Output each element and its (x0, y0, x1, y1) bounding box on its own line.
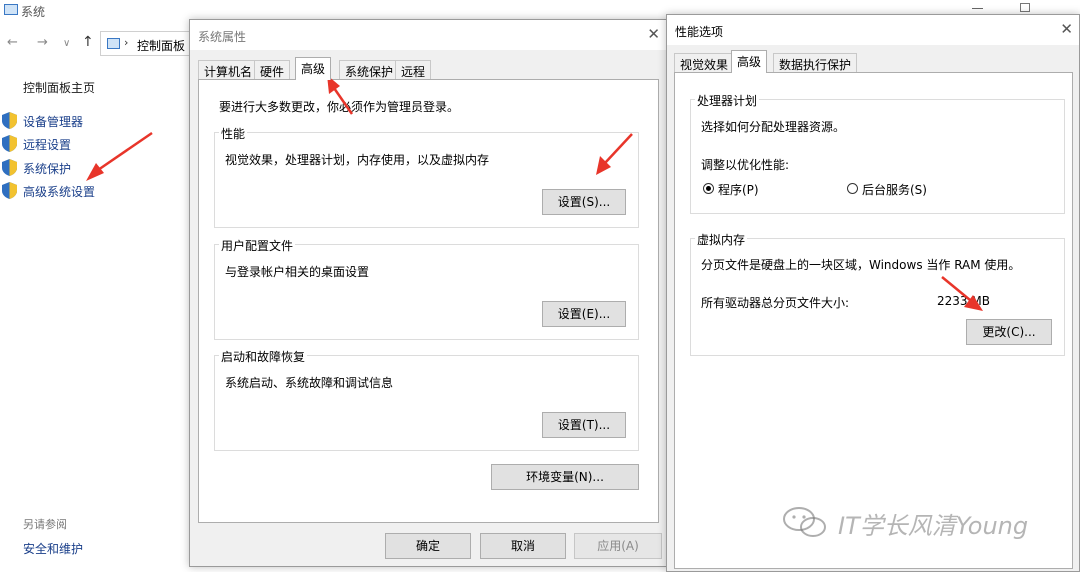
tab-visual-effects[interactable]: 视觉效果 (674, 53, 735, 72)
total-paging-label: 所有驱动器总分页文件大小: (701, 296, 850, 310)
user-profiles-settings-button[interactable]: 设置(E)... (542, 301, 626, 327)
group-title: 启动和故障恢复 (219, 348, 308, 365)
group-description: 选择如何分配处理器资源。 (701, 120, 846, 134)
side-link-label: 设备管理器 (23, 115, 84, 129)
shield-icon (2, 182, 17, 199)
group-title: 性能 (219, 125, 248, 142)
system-properties-dialog: 系统属性 ✕ 计算机名 硬件 高级 系统保护 远程 要进行大多数更改，你必须作为… (189, 19, 667, 567)
group-title: 虚拟内存 (695, 231, 748, 248)
tab-strip: 视觉效果 高级 数据执行保护 (667, 50, 1079, 73)
environment-variables-button[interactable]: 环境变量(N)... (491, 464, 639, 490)
tab-hardware[interactable]: 硬件 (254, 60, 291, 79)
performance-settings-button[interactable]: 设置(S)... (542, 189, 626, 215)
processor-scheduling-group: 处理器计划 选择如何分配处理器资源。 调整以优化性能: 程序(P) 后台服务(S… (690, 92, 1065, 214)
startup-recovery-settings-button[interactable]: 设置(T)... (542, 412, 626, 438)
virtual-memory-group: 虚拟内存 分页文件是硬盘上的一块区域，Windows 当作 RAM 使用。 所有… (690, 231, 1065, 356)
tab-remote[interactable]: 远程 (395, 60, 432, 79)
shield-icon (2, 135, 17, 152)
adjust-label: 调整以优化性能: (701, 158, 790, 172)
ok-button[interactable]: 确定 (385, 533, 471, 559)
watermark: IT学长风清Young (780, 502, 1070, 542)
tab-advanced[interactable]: 高级 (295, 57, 332, 80)
watermark-text: IT学长风清Young (838, 512, 1029, 540)
up-arrow-icon[interactable]: ↑ (82, 34, 94, 50)
maximize-icon[interactable] (1020, 3, 1030, 12)
address-text: 控制面板 (137, 39, 186, 53)
back-arrow-icon[interactable]: ← (7, 35, 18, 50)
forward-arrow-icon[interactable]: → (37, 35, 48, 50)
tab-system-protection[interactable]: 系统保护 (339, 60, 400, 79)
side-link-label: 系统保护 (23, 162, 72, 176)
computer-icon (4, 4, 18, 15)
shield-icon (2, 159, 17, 176)
total-paging-value: 2233 MB (937, 294, 990, 308)
address-bar[interactable]: › 控制面板 (100, 31, 190, 56)
side-link-label: 高级系统设置 (23, 185, 96, 199)
see-also-heading: 另请参阅 (23, 518, 67, 531)
advanced-tab-panel: 要进行大多数更改，你必须作为管理员登录。 性能 视觉效果，处理器计划，内存使用，… (198, 79, 659, 523)
background-services-radio-label[interactable]: 后台服务(S) (862, 181, 927, 198)
tab-advanced[interactable]: 高级 (731, 50, 768, 73)
group-description: 分页文件是硬盘上的一块区域，Windows 当作 RAM 使用。 (701, 258, 1021, 272)
group-title: 处理器计划 (695, 92, 760, 109)
cancel-button[interactable]: 取消 (480, 533, 566, 559)
group-description: 与登录帐户相关的桌面设置 (225, 265, 370, 279)
control-panel-home-link[interactable]: 控制面板主页 (23, 79, 95, 96)
tab-computer-name[interactable]: 计算机名 (198, 60, 259, 79)
system-window-title: 系统 (21, 5, 46, 19)
system-titlebar: 系统 (0, 0, 200, 22)
dialog-titlebar: 系统属性 ✕ (190, 20, 666, 50)
tab-data-execution-prevention[interactable]: 数据执行保护 (773, 53, 858, 72)
shield-icon (2, 112, 17, 129)
radio-icon[interactable] (703, 183, 714, 194)
side-link-label: 远程设置 (23, 138, 72, 152)
computer-icon (107, 38, 120, 49)
advanced-tab-panel: 处理器计划 选择如何分配处理器资源。 调整以优化性能: 程序(P) 后台服务(S… (674, 72, 1073, 569)
minimize-icon[interactable] (972, 0, 984, 12)
recent-dropdown-icon[interactable]: ∨ (63, 38, 70, 49)
close-icon[interactable]: ✕ (1060, 20, 1073, 38)
group-description: 系统启动、系统故障和调试信息 (225, 376, 394, 390)
dialog-title: 系统属性 (198, 30, 247, 44)
group-description: 视觉效果，处理器计划，内存使用，以及虚拟内存 (225, 153, 490, 167)
apply-button[interactable]: 应用(A) (574, 533, 662, 559)
startup-recovery-group: 启动和故障恢复 系统启动、系统故障和调试信息 设置(T)... (214, 348, 639, 451)
tab-strip: 计算机名 硬件 高级 系统保护 远程 (190, 57, 666, 80)
admin-note: 要进行大多数更改，你必须作为管理员登录。 (219, 100, 460, 114)
dialog-title: 性能选项 (675, 25, 724, 39)
wechat-icon (783, 507, 826, 537)
user-profiles-group: 用户配置文件 与登录帐户相关的桌面设置 设置(E)... (214, 237, 639, 340)
close-icon[interactable]: ✕ (647, 25, 660, 43)
programs-radio-label[interactable]: 程序(P) (718, 181, 759, 198)
group-title: 用户配置文件 (219, 237, 296, 254)
change-virtual-memory-button[interactable]: 更改(C)... (966, 319, 1052, 345)
chevron-right-icon: › (124, 36, 129, 49)
security-maintenance-link[interactable]: 安全和维护 (23, 540, 83, 557)
radio-icon[interactable] (847, 183, 858, 194)
dialog-titlebar: 性能选项 ✕ (667, 15, 1079, 45)
performance-options-dialog: 性能选项 ✕ 视觉效果 高级 数据执行保护 处理器计划 选择如何分配处理器资源。… (666, 14, 1080, 572)
performance-group: 性能 视觉效果，处理器计划，内存使用，以及虚拟内存 设置(S)... (214, 125, 639, 228)
